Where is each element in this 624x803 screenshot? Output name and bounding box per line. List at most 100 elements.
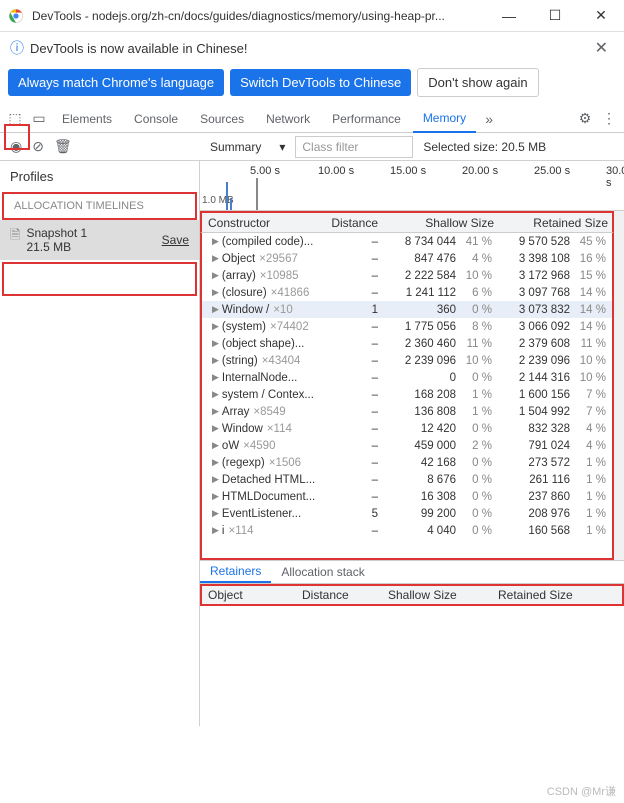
window-title: DevTools - nodejs.org/zh-cn/docs/guides/…: [32, 9, 486, 23]
tab-network[interactable]: Network: [256, 105, 320, 133]
notice-close-button[interactable]: ✕: [589, 38, 614, 58]
tick: 10.00 s: [318, 165, 354, 177]
language-notice: ⓘ DevTools is now available in Chinese! …: [0, 32, 624, 64]
col-ret-shallow[interactable]: Shallow Size: [388, 588, 498, 602]
expand-icon[interactable]: ▶: [212, 508, 219, 519]
watermark: CSDN @Mr谦: [547, 783, 616, 799]
annotation-box: [4, 124, 30, 150]
table-row[interactable]: ▶i×114–4 0400 %160 5681 %: [202, 522, 612, 539]
table-row[interactable]: ▶(compiled code)...–8 734 04441 %9 570 5…: [202, 233, 612, 250]
expand-icon[interactable]: ▶: [212, 270, 219, 281]
info-icon: ⓘ: [10, 38, 24, 58]
expand-icon[interactable]: ▶: [212, 236, 219, 247]
col-retained[interactable]: Retained Size: [498, 216, 612, 230]
save-link[interactable]: Save: [162, 233, 189, 247]
device-icon[interactable]: ▭: [28, 110, 50, 127]
expand-icon[interactable]: ▶: [212, 253, 219, 264]
settings-icon[interactable]: ⚙: [574, 110, 596, 127]
table-row[interactable]: ▶Detached HTML...–8 6760 %261 1161 %: [202, 471, 612, 488]
table-row[interactable]: ▶(string)×43404–2 239 09610 %2 239 09610…: [202, 352, 612, 369]
expand-icon[interactable]: ▶: [212, 321, 219, 332]
language-bar: Always match Chrome's language Switch De…: [0, 64, 624, 105]
table-row[interactable]: ▶EventListener...599 2000 %208 9761 %: [202, 505, 612, 522]
maximize-button[interactable]: ☐: [532, 0, 578, 32]
expand-icon[interactable]: ▶: [212, 423, 219, 434]
allocation-bar: [230, 198, 232, 210]
col-shallow[interactable]: Shallow Size: [384, 216, 498, 230]
more-tabs-icon[interactable]: »: [478, 111, 500, 127]
tab-retainers[interactable]: Retainers: [200, 561, 271, 583]
tab-memory[interactable]: Memory: [413, 105, 476, 133]
tick: 5.00 s: [250, 165, 280, 177]
tab-allocation-stack[interactable]: Allocation stack: [271, 561, 374, 583]
expand-icon[interactable]: ▶: [212, 355, 219, 366]
table-row[interactable]: ▶HTMLDocument...–16 3080 %237 8601 %: [202, 488, 612, 505]
col-ret-retained[interactable]: Retained Size: [498, 588, 608, 602]
table-row[interactable]: ▶system / Contex...–168 2081 %1 600 1567…: [202, 386, 612, 403]
tab-performance[interactable]: Performance: [322, 105, 411, 133]
close-button[interactable]: ✕: [578, 0, 624, 32]
expand-icon[interactable]: ▶: [212, 474, 219, 485]
tick: 20.00 s: [462, 165, 498, 177]
window-titlebar: DevTools - nodejs.org/zh-cn/docs/guides/…: [0, 0, 624, 32]
table-row[interactable]: ▶Array×8549–136 8081 %1 504 9927 %: [202, 403, 612, 420]
expand-icon[interactable]: ▶: [212, 389, 219, 400]
table-row[interactable]: ▶(system)×74402–1 775 0568 %3 066 09214 …: [202, 318, 612, 335]
col-object[interactable]: Object: [202, 588, 302, 602]
col-distance[interactable]: Distance: [322, 216, 384, 230]
tab-console[interactable]: Console: [124, 105, 188, 133]
allocation-bar: [226, 182, 228, 210]
heap-table-header: Constructor Distance Shallow Size Retain…: [200, 211, 614, 233]
expand-icon[interactable]: ▶: [212, 491, 219, 502]
kebab-icon[interactable]: ⋮: [598, 110, 620, 127]
table-row[interactable]: ▶Window×114–12 4200 %832 3284 %: [202, 420, 612, 437]
scrollbar[interactable]: [614, 211, 624, 560]
expand-icon[interactable]: ▶: [212, 525, 219, 536]
selected-size-label: Selected size: 20.5 MB: [423, 140, 546, 154]
switch-devtools-button[interactable]: Switch DevTools to Chinese: [230, 69, 411, 96]
chrome-logo-icon: [8, 8, 24, 24]
retainers-tabbar: Retainers Allocation stack: [200, 560, 624, 584]
dont-show-button[interactable]: Don't show again: [417, 68, 538, 97]
col-constructor[interactable]: Constructor: [202, 216, 322, 230]
y-axis-label: 1.0 MB: [202, 195, 234, 206]
class-filter-input[interactable]: Class filter: [295, 136, 413, 158]
tab-elements[interactable]: Elements: [52, 105, 122, 133]
table-row[interactable]: ▶(object shape)...–2 360 46011 %2 379 60…: [202, 335, 612, 352]
profiles-header: Profiles: [0, 161, 199, 192]
table-row[interactable]: ▶Window /×1013600 %3 073 83214 %: [202, 301, 612, 318]
table-row[interactable]: ▶InternalNode...–00 %2 144 31610 %: [202, 369, 612, 386]
minimize-button[interactable]: —: [486, 0, 532, 32]
allocation-timeline[interactable]: 5.00 s 10.00 s 15.00 s 20.00 s 25.00 s 3…: [200, 161, 624, 211]
tick: 25.00 s: [534, 165, 570, 177]
expand-icon[interactable]: ▶: [212, 457, 219, 468]
table-row[interactable]: ▶(regexp)×1506–42 1680 %273 5721 %: [202, 454, 612, 471]
col-ret-distance[interactable]: Distance: [302, 588, 388, 602]
heap-content: 5.00 s 10.00 s 15.00 s 20.00 s 25.00 s 3…: [200, 161, 624, 726]
retainers-body: [200, 606, 624, 726]
table-row[interactable]: ▶(array)×10985–2 222 58410 %3 172 96815 …: [202, 267, 612, 284]
table-row[interactable]: ▶(closure)×41866–1 241 1126 %3 097 76814…: [202, 284, 612, 301]
expand-icon[interactable]: ▶: [212, 287, 219, 298]
snapshot-icon: 🗎: [10, 226, 20, 248]
view-dropdown[interactable]: Summary ▾: [206, 138, 289, 156]
table-row[interactable]: ▶oW×4590–459 0002 %791 0244 %: [202, 437, 612, 454]
snapshot-item[interactable]: 🗎 Snapshot 1 21.5 MB Save: [0, 220, 199, 260]
always-match-button[interactable]: Always match Chrome's language: [8, 69, 224, 96]
tab-sources[interactable]: Sources: [190, 105, 254, 133]
heap-table-body[interactable]: ▶(compiled code)...–8 734 04441 %9 570 5…: [200, 233, 614, 560]
clear-icon[interactable]: ⊘: [32, 138, 44, 155]
profiles-sidebar: Profiles ALLOCATION TIMELINES 🗎 Snapshot…: [0, 161, 200, 726]
notice-text: DevTools is now available in Chinese!: [30, 41, 583, 56]
expand-icon[interactable]: ▶: [212, 338, 219, 349]
allocation-timelines-header: ALLOCATION TIMELINES: [2, 192, 197, 220]
snapshot-name: Snapshot 1: [26, 226, 87, 240]
table-row[interactable]: ▶Object×29567–847 4764 %3 398 10816 %: [202, 250, 612, 267]
expand-icon[interactable]: ▶: [212, 406, 219, 417]
expand-icon[interactable]: ▶: [212, 372, 219, 383]
tick: 15.00 s: [390, 165, 426, 177]
delete-icon[interactable]: 🗑: [54, 138, 72, 155]
expand-icon[interactable]: ▶: [212, 304, 219, 315]
allocation-bar: [256, 178, 258, 210]
expand-icon[interactable]: ▶: [212, 440, 219, 451]
